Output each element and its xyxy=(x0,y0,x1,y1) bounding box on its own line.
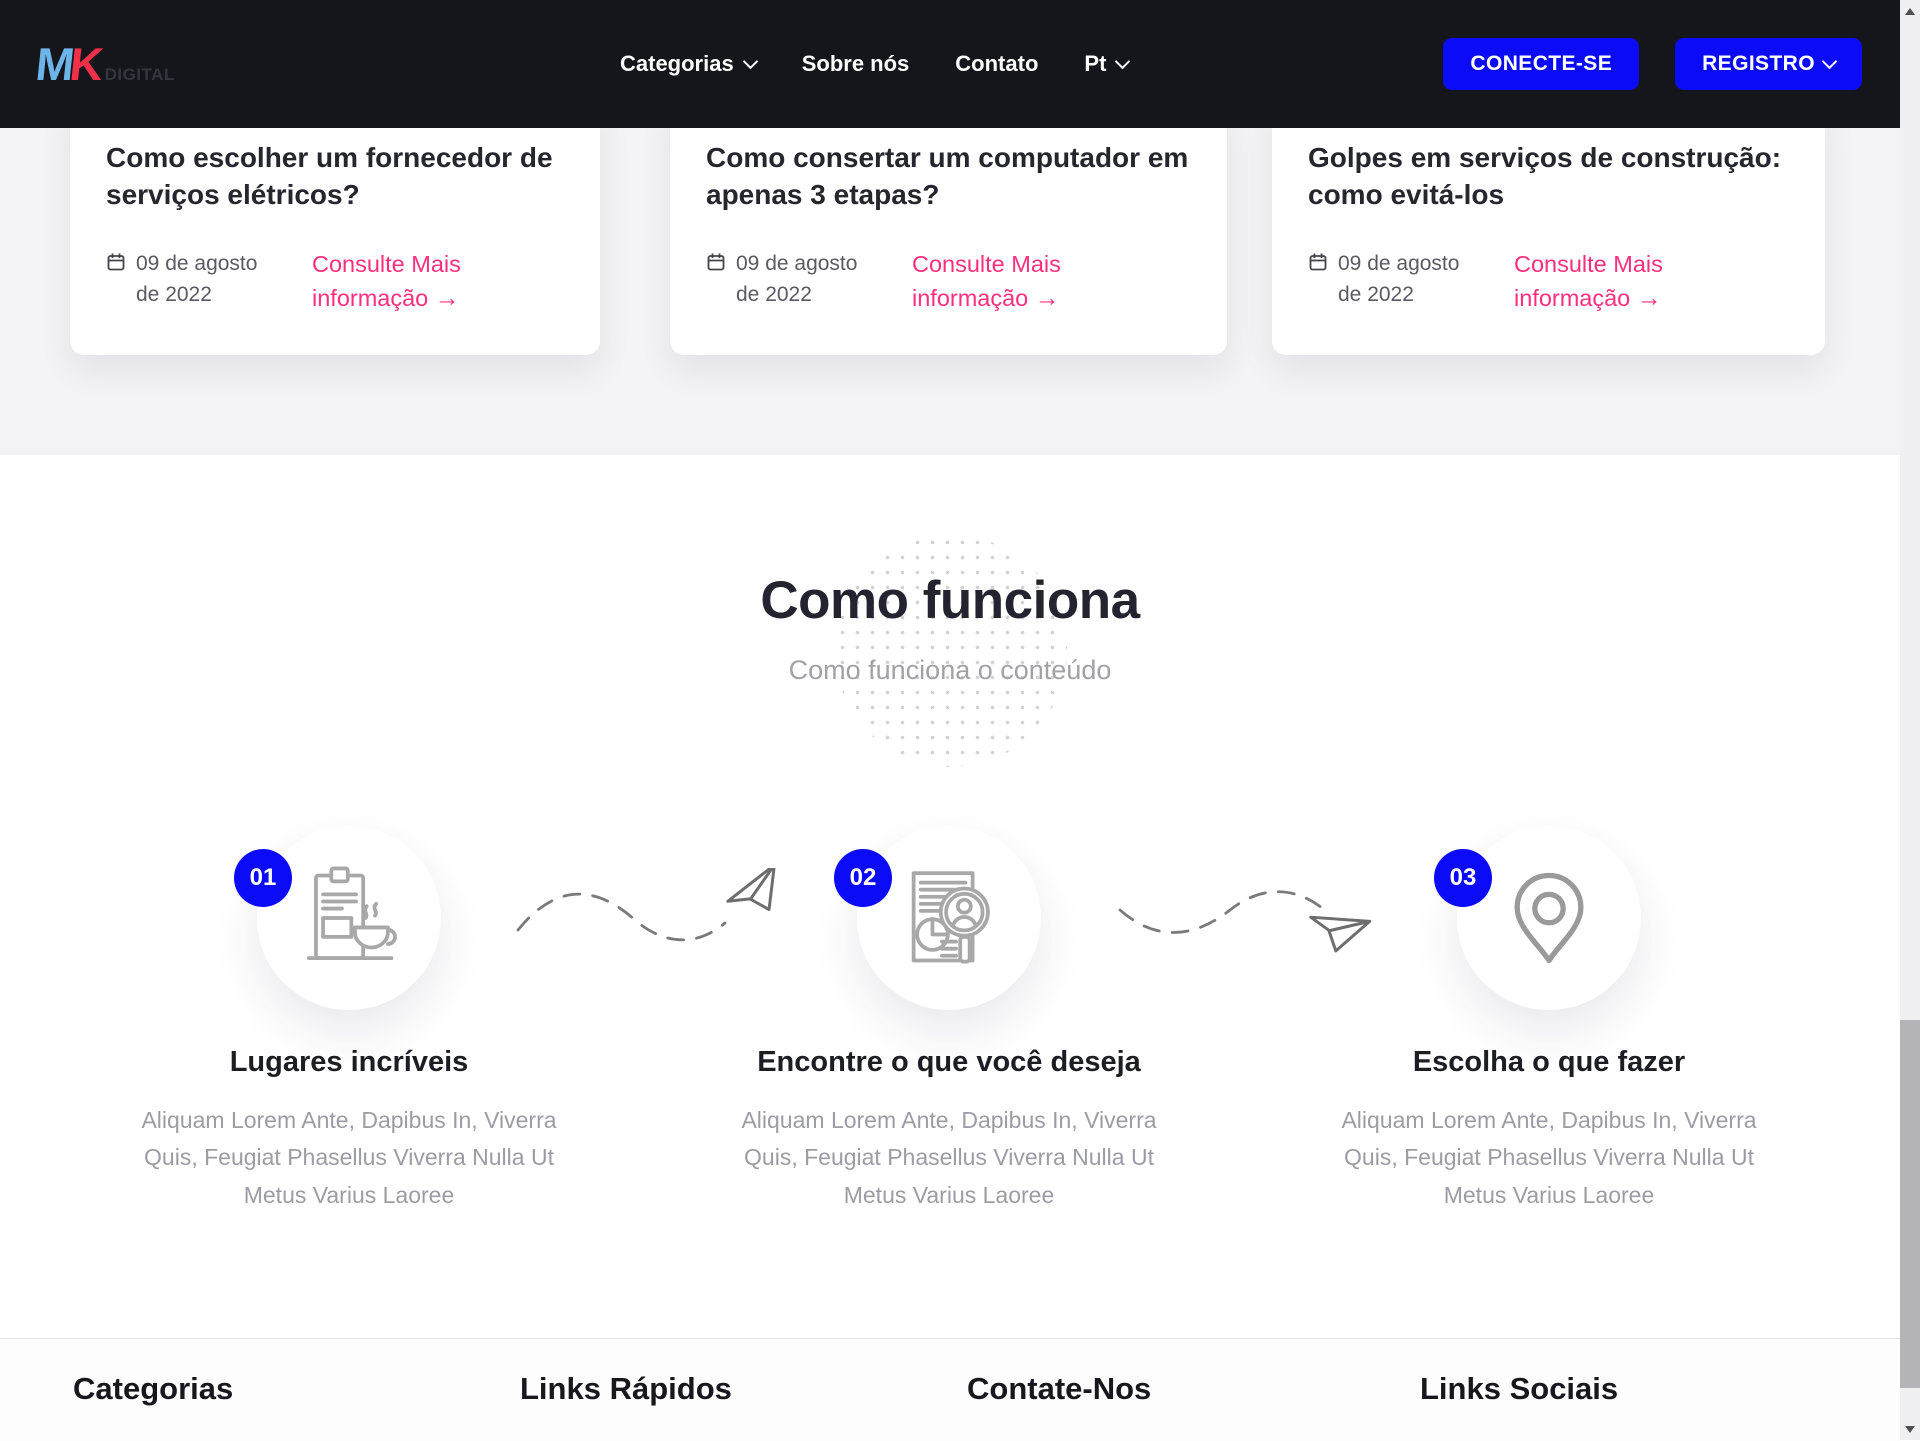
section-subtitle: Como funciona o conteúdo xyxy=(0,655,1900,686)
menu-coffee-icon xyxy=(290,859,408,977)
blog-card: Como escolher um fornecedor de serviços … xyxy=(70,100,600,355)
nav-buttons: CONECTE-SE REGISTRO xyxy=(1443,0,1862,128)
blog-card: Golpes em serviços de construção: como e… xyxy=(1272,100,1825,355)
chevron-down-icon xyxy=(1822,53,1838,69)
paper-plane-icon xyxy=(1302,896,1369,958)
step-circle xyxy=(1457,826,1641,1010)
blog-card-date: 09 de agosto de 2022 xyxy=(106,248,278,311)
logo-suffix: DIGITAL xyxy=(105,65,175,85)
calendar-icon xyxy=(106,252,126,272)
blog-card-title[interactable]: Golpes em serviços de construção: como e… xyxy=(1308,140,1789,214)
chevron-down-icon xyxy=(1115,53,1131,69)
step-circle xyxy=(257,826,441,1010)
location-pin-icon xyxy=(1490,859,1608,977)
nav-item-label: Sobre nós xyxy=(802,51,910,77)
dashed-arrow-connector xyxy=(510,868,790,988)
step-description: Aliquam Lorem Ante, Dapibus In, Viverra … xyxy=(114,1102,584,1214)
footer-heading-links-rapidos: Links Rápidos xyxy=(520,1371,732,1407)
read-more-link[interactable]: Consulte Mais informação → xyxy=(1514,248,1734,316)
read-more-link[interactable]: Consulte Mais informação → xyxy=(312,248,532,316)
calendar-icon xyxy=(1308,252,1328,272)
chevron-down-icon xyxy=(742,53,758,69)
nav-item-contato[interactable]: Contato xyxy=(955,51,1038,77)
blog-card-meta: 09 de agosto de 2022 Consulte Mais infor… xyxy=(706,248,1191,316)
blog-card-date: 09 de agosto de 2022 xyxy=(706,248,878,311)
arrow-right-icon: → xyxy=(435,284,460,312)
scrollbar-down-button[interactable] xyxy=(1900,1418,1920,1440)
nav-links: Categorias Sobre nós Contato Pt xyxy=(620,0,1128,128)
blog-card-meta: 09 de agosto de 2022 Consulte Mais infor… xyxy=(106,248,564,316)
step-title: Encontre o que você deseja xyxy=(714,1046,1184,1079)
login-button[interactable]: CONECTE-SE xyxy=(1443,38,1639,90)
step-number-badge: 03 xyxy=(1434,849,1492,907)
scroll-down-icon xyxy=(1905,1426,1915,1433)
nav-item-label: Contato xyxy=(955,51,1038,77)
blog-card-date-text: 09 de agosto de 2022 xyxy=(136,248,278,311)
section-title: Como funciona xyxy=(0,570,1900,631)
read-more-link[interactable]: Consulte Mais informação → xyxy=(912,248,1132,316)
blog-card-date-text: 09 de agosto de 2022 xyxy=(1338,248,1480,311)
vertical-scrollbar[interactable] xyxy=(1900,0,1920,1440)
scrollbar-up-button[interactable] xyxy=(1900,0,1920,22)
document-search-icon xyxy=(890,859,1008,977)
footer: Categorias Links Rápidos Contate-Nos Lin… xyxy=(0,1338,1900,1441)
step-circle xyxy=(857,826,1041,1010)
blog-card-title[interactable]: Como escolher um fornecedor de serviços … xyxy=(106,140,564,214)
navbar: M K DIGITAL Categorias Sobre nós Contato… xyxy=(0,0,1900,128)
nav-item-categorias[interactable]: Categorias xyxy=(620,51,756,77)
blog-card: Como consertar um computador em apenas 3… xyxy=(670,100,1227,355)
login-button-label: CONECTE-SE xyxy=(1470,52,1612,76)
step-number-badge: 02 xyxy=(834,849,892,907)
nav-item-sobre-nos[interactable]: Sobre nós xyxy=(802,51,910,77)
step-title: Escolha o que fazer xyxy=(1314,1046,1784,1079)
step-description: Aliquam Lorem Ante, Dapibus In, Viverra … xyxy=(714,1102,1184,1214)
blog-card-title[interactable]: Como consertar um computador em apenas 3… xyxy=(706,140,1191,214)
step-number-badge: 01 xyxy=(234,849,292,907)
scroll-up-icon xyxy=(1905,8,1915,15)
blog-card-date-text: 09 de agosto de 2022 xyxy=(736,248,878,311)
register-button-label: REGISTRO xyxy=(1702,52,1815,76)
arrow-right-icon: → xyxy=(1035,284,1060,312)
site-logo[interactable]: M K DIGITAL xyxy=(36,37,175,91)
nav-item-label: Categorias xyxy=(620,51,734,77)
footer-heading-links-sociais: Links Sociais xyxy=(1420,1371,1618,1407)
calendar-icon xyxy=(706,252,726,272)
page: Como escolher um fornecedor de serviços … xyxy=(0,0,1920,1440)
step-description: Aliquam Lorem Ante, Dapibus In, Viverra … xyxy=(1314,1102,1784,1214)
step-title: Lugares incríveis xyxy=(114,1046,584,1079)
footer-heading-contate-nos: Contate-Nos xyxy=(967,1371,1151,1407)
language-label: Pt xyxy=(1084,51,1106,77)
dashed-arrow-connector xyxy=(1112,868,1402,998)
footer-heading-categorias: Categorias xyxy=(73,1371,233,1407)
arrow-right-icon: → xyxy=(1637,284,1662,312)
register-button[interactable]: REGISTRO xyxy=(1675,38,1862,90)
language-selector[interactable]: Pt xyxy=(1084,51,1128,77)
paper-plane-icon xyxy=(722,868,785,919)
blog-card-date: 09 de agosto de 2022 xyxy=(1308,248,1480,311)
blog-card-meta: 09 de agosto de 2022 Consulte Mais infor… xyxy=(1308,248,1789,316)
scrollbar-thumb[interactable] xyxy=(1900,1020,1920,1388)
logo-letter-k: K xyxy=(67,37,106,91)
